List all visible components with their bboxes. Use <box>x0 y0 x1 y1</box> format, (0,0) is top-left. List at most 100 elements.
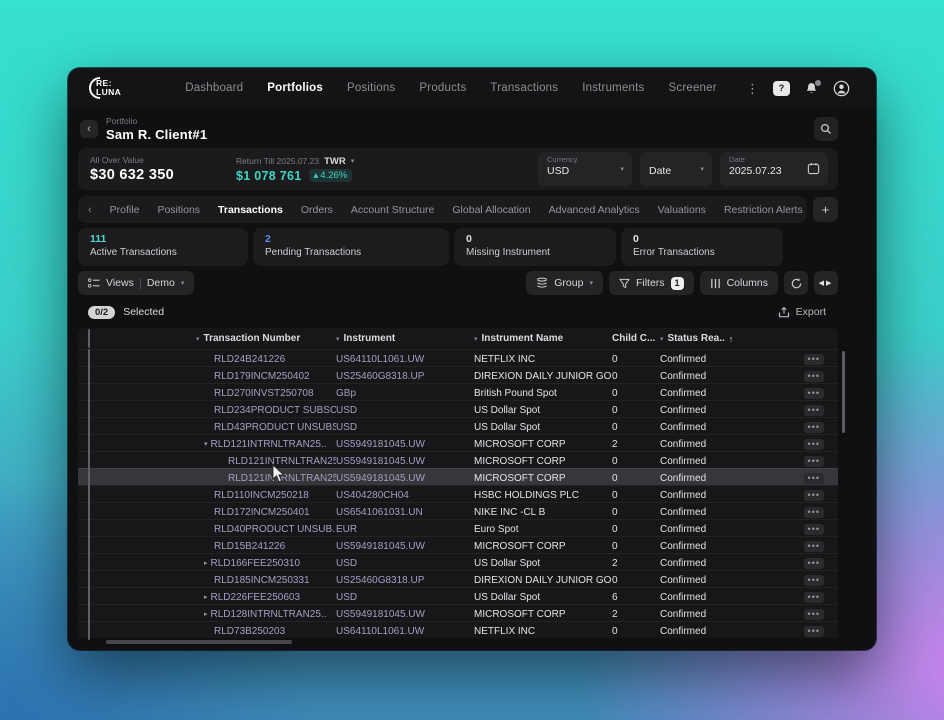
transaction-number: RLD121INTRNLTRAN250.. <box>228 473 336 484</box>
search-button[interactable] <box>814 117 838 141</box>
summary-card-active-transactions[interactable]: 111Active Transactions <box>78 228 248 266</box>
table-row[interactable]: RLD15B241226US5949181045.UWMICROSOFT COR… <box>78 536 838 553</box>
table-row[interactable]: RLD185INCM250331US25460G8318.UPDIREXION … <box>78 570 838 587</box>
tab-positions[interactable]: Positions <box>157 204 200 216</box>
row-menu-button[interactable]: ••• <box>804 490 824 501</box>
account-button[interactable] <box>833 80 850 97</box>
table-row[interactable]: ▾RLD121INTRNLTRAN25..US5949181045.UWMICR… <box>78 434 838 451</box>
table-row[interactable]: RLD179INCM250402US25460G8318.UPDIREXION … <box>78 366 838 383</box>
table-row[interactable]: ▸RLD166FEE250310USDUS Dollar Spot2Confir… <box>78 553 838 570</box>
cell-status: Confirmed <box>660 626 748 637</box>
column-header-instrument[interactable]: ▾Instrument <box>336 333 474 344</box>
table-row[interactable]: RLD234PRODUCT SUBSC..USDUS Dollar Spot0C… <box>78 400 838 417</box>
tab-account-structure[interactable]: Account Structure <box>351 204 434 216</box>
date-field[interactable]: Date 2025.07.23 <box>720 152 828 186</box>
expand-caret-right-icon[interactable]: ▸ <box>204 610 208 618</box>
table-row[interactable]: RLD43PRODUCT UNSUBS..USDUS Dollar Spot0C… <box>78 417 838 434</box>
cell-child-count: 2 <box>612 439 660 450</box>
row-menu-button[interactable]: ••• <box>804 422 824 433</box>
table-row[interactable]: RLD270INVST250708GBpBritish Pound Spot0C… <box>78 383 838 400</box>
table-row[interactable]: RLD24B241226US64110L1061.UWNETFLIX INC0C… <box>78 349 838 366</box>
tab-valuations[interactable]: Valuations <box>658 204 706 216</box>
nav-item-products[interactable]: Products <box>419 82 466 94</box>
vertical-scrollbar[interactable] <box>842 351 845 433</box>
row-menu-button[interactable]: ••• <box>804 405 824 416</box>
export-button[interactable]: Export <box>778 306 834 318</box>
expand-caret-right-icon[interactable]: ▸ <box>204 593 208 601</box>
cell-instrument-name: HSBC HOLDINGS PLC <box>474 490 612 501</box>
views-button[interactable]: Views Demo ▾ <box>78 271 194 295</box>
nav-item-screener[interactable]: Screener <box>669 82 717 94</box>
row-menu-button[interactable]: ••• <box>804 541 824 552</box>
columns-button[interactable]: Columns <box>700 271 778 295</box>
row-checkbox-cell <box>78 384 196 402</box>
row-menu-button[interactable]: ••• <box>804 507 824 518</box>
return-mode-select[interactable]: TWR <box>324 156 346 167</box>
row-menu-button[interactable]: ••• <box>804 371 824 382</box>
export-icon <box>778 306 790 318</box>
select-all-checkbox[interactable] <box>88 329 90 348</box>
row-menu-cell: ••• <box>748 490 838 501</box>
date-mode-select[interactable]: Date ▾ <box>640 152 712 186</box>
row-menu-button[interactable]: ••• <box>804 558 824 569</box>
summary-label: Pending Transactions <box>265 247 437 258</box>
row-menu-button[interactable]: ••• <box>804 456 824 467</box>
table-row[interactable]: RLD40PRODUCT UNSUB..EUREuro Spot0Confirm… <box>78 519 838 536</box>
summary-card-pending-transactions[interactable]: 2Pending Transactions <box>253 228 449 266</box>
row-checkbox[interactable] <box>88 621 90 640</box>
horizontal-scrollbar[interactable] <box>106 640 292 644</box>
table-row[interactable]: RLD73B250203US64110L1061.UWNETFLIX INC0C… <box>78 621 838 638</box>
nav-item-transactions[interactable]: Transactions <box>490 82 558 94</box>
nav-item-positions[interactable]: Positions <box>347 82 395 94</box>
tab-orders[interactable]: Orders <box>301 204 333 216</box>
summary-card-missing-instrument[interactable]: 0Missing Instrument <box>454 228 616 266</box>
row-menu-button[interactable]: ••• <box>804 524 824 535</box>
row-menu-button[interactable]: ••• <box>804 354 824 365</box>
table-row[interactable]: RLD110INCM250218US404280CH04HSBC HOLDING… <box>78 485 838 502</box>
cell-child-count: 0 <box>612 626 660 637</box>
row-menu-button[interactable]: ••• <box>804 473 824 484</box>
column-header-status-rea-[interactable]: ▾Status Rea..↑ <box>660 333 748 344</box>
row-menu-button[interactable]: ••• <box>804 388 824 399</box>
group-button[interactable]: Group ▾ <box>526 271 603 295</box>
nav-item-dashboard[interactable]: Dashboard <box>185 82 243 94</box>
notifications-button[interactable] <box>804 81 819 96</box>
tabs-scroll-left[interactable]: ‹ <box>88 204 92 216</box>
nav-item-portfolios[interactable]: Portfolios <box>267 82 323 94</box>
column-header-instrument-name[interactable]: ▾Instrument Name <box>474 333 612 344</box>
add-tab-button[interactable]: + <box>813 197 838 222</box>
table-row[interactable]: ▸RLD128INTRNLTRAN25..US5949181045.UWMICR… <box>78 604 838 621</box>
filters-button[interactable]: Filters 1 <box>609 271 694 295</box>
tab-restriction-alerts[interactable]: Restriction Alerts <box>724 204 803 216</box>
table-row[interactable]: RLD121INTRNLTRAN250..US5949181045.UWMICR… <box>78 468 838 485</box>
table-row[interactable]: RLD172INCM250401US6541061031.UNNIKE INC … <box>78 502 838 519</box>
help-button[interactable]: ? <box>773 81 790 96</box>
tab-advanced-analytics[interactable]: Advanced Analytics <box>549 204 640 216</box>
expand-caret-down-icon[interactable]: ▾ <box>204 440 208 448</box>
row-menu-button[interactable]: ••• <box>804 626 824 637</box>
row-menu-cell: ••• <box>748 405 838 416</box>
cell-instrument-name: MICROSOFT CORP <box>474 456 612 467</box>
tab-transactions[interactable]: Transactions <box>218 204 283 216</box>
chevron-down-icon[interactable]: ▾ <box>351 157 355 165</box>
column-header-child-c-[interactable]: Child C... <box>612 333 660 344</box>
table-row[interactable]: RLD121INTRNLTRAN250..US5949181045.UWMICR… <box>78 451 838 468</box>
row-menu-button[interactable]: ••• <box>804 575 824 586</box>
refresh-button[interactable] <box>784 271 808 295</box>
tab-global-allocation[interactable]: Global Allocation <box>452 204 530 216</box>
nav-item-instruments[interactable]: Instruments <box>582 82 644 94</box>
tab-profile[interactable]: Profile <box>110 204 140 216</box>
currency-select[interactable]: Currency USD ▾ <box>538 152 632 186</box>
pager-arrows-button[interactable]: ◀▶ <box>814 271 838 295</box>
column-header-transaction-number[interactable]: ▾Transaction Number <box>196 333 336 344</box>
table-row[interactable]: ▸RLD226FEE250603USDUS Dollar Spot6Confir… <box>78 587 838 604</box>
app-logo[interactable]: RE:LUNA <box>96 79 121 97</box>
row-menu-button[interactable]: ••• <box>804 439 824 450</box>
back-button[interactable]: ‹ <box>80 120 98 138</box>
row-menu-cell: ••• <box>748 456 838 467</box>
expand-caret-right-icon[interactable]: ▸ <box>204 559 208 567</box>
row-menu-button[interactable]: ••• <box>804 609 824 620</box>
summary-card-error-transactions[interactable]: 0Error Transactions <box>621 228 783 266</box>
kebab-menu-icon[interactable]: ⋮ <box>746 82 759 95</box>
row-menu-button[interactable]: ••• <box>804 592 824 603</box>
